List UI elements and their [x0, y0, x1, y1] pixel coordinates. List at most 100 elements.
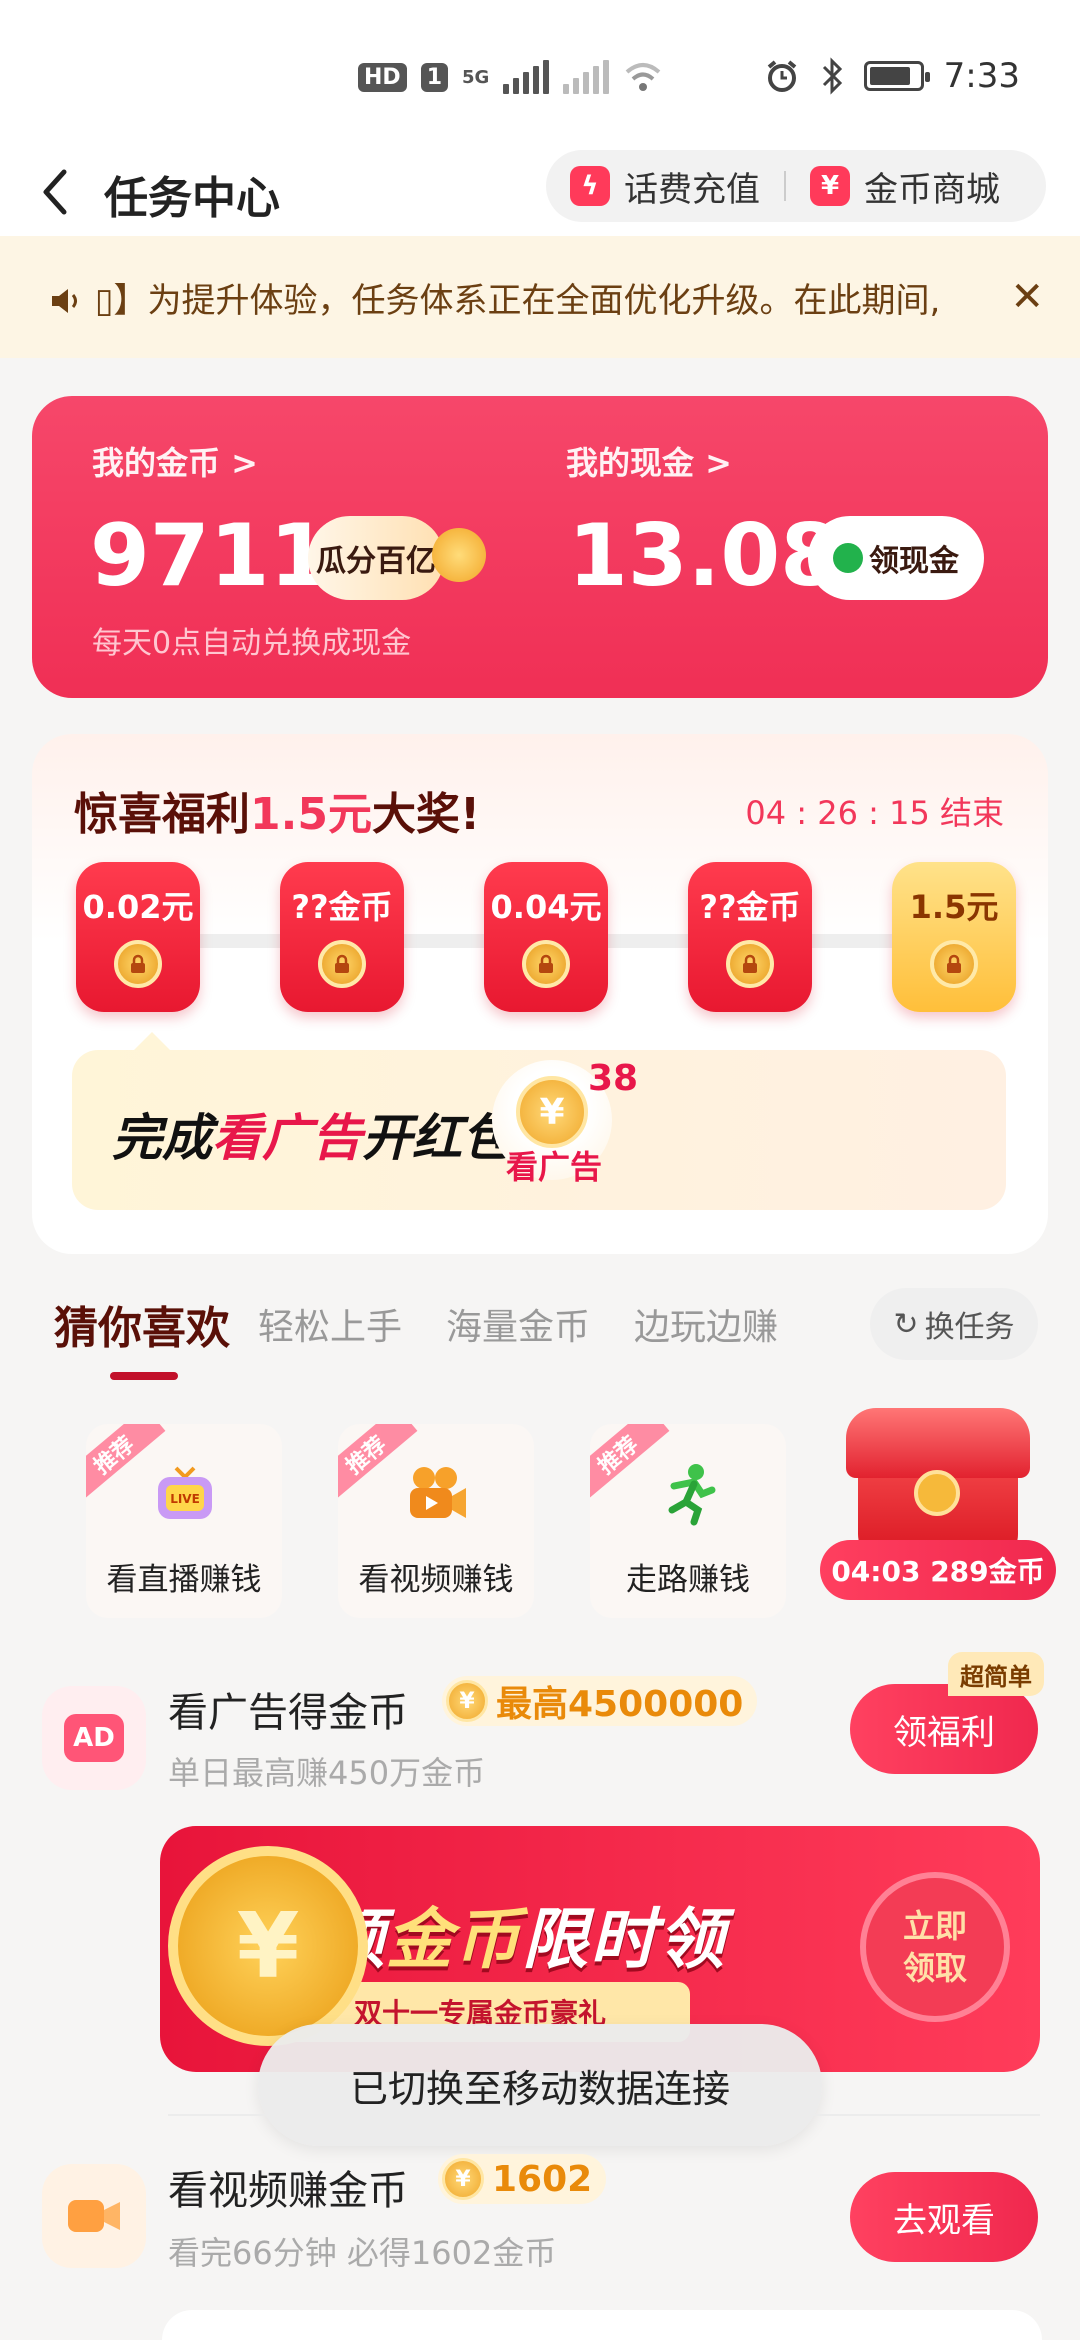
running-person-icon	[668, 1464, 716, 1526]
yen-ticket-icon: ¥	[810, 166, 850, 206]
claim-now-button[interactable]: 立即领取	[860, 1872, 1010, 2022]
swap-tasks-button[interactable]: ↻ 换任务	[870, 1288, 1038, 1360]
red-packet[interactable]: ??金币	[280, 862, 404, 1012]
tab-easy-start[interactable]: 轻松上手	[258, 1298, 402, 1350]
packet-value: 0.04元	[490, 888, 602, 926]
lock-icon	[522, 940, 570, 988]
claim-cash-label: 领现金	[869, 544, 959, 579]
coin-icon: ¥	[446, 1680, 488, 1722]
go-watch-button[interactable]: 去观看	[850, 2172, 1038, 2262]
video-icon	[68, 2200, 120, 2232]
network-toast: 已切换至移动数据连接	[258, 2024, 822, 2146]
coin-bag-icon	[432, 528, 486, 582]
banner-slogan: 完成看广告开红包	[112, 1098, 512, 1170]
notice-bracket: ▯】	[94, 280, 148, 321]
signal-icon	[503, 60, 550, 94]
task-title: 看视频赚金币	[168, 2168, 408, 2214]
packet-value: 0.02元	[82, 888, 194, 926]
recharge-label: 话费充值	[624, 169, 760, 210]
red-packet[interactable]: 0.04元	[484, 862, 608, 1012]
slogan-a: 完成	[112, 1109, 212, 1167]
tab-play-and-earn[interactable]: 边玩边赚	[634, 1298, 778, 1350]
split-billions-button[interactable]: 瓜分百亿	[308, 516, 444, 600]
watch-ad-label: 看广告	[506, 1148, 603, 1186]
clock: 7:33	[943, 56, 1020, 96]
next-card-edge	[162, 2310, 1042, 2340]
ad-count: 38	[588, 1058, 639, 1099]
watch-ad-banner[interactable]: 完成看广告开红包 ¥ 38 看广告	[72, 1050, 1006, 1210]
divider	[168, 2114, 1040, 2116]
chest-lid	[846, 1408, 1030, 1478]
svg-text:LIVE: LIVE	[170, 1492, 200, 1506]
notice-message: 为提升体验，任务体系正在全面优化升级。在此期间,	[147, 280, 941, 321]
big-yen-coin-icon: ¥	[168, 1846, 368, 2046]
split-billions-label: 瓜分百亿	[316, 544, 436, 579]
promo-title-c: 限时领	[522, 1901, 726, 1978]
notice-text: ▯】为提升体验，任务体系正在全面优化升级。在此期间,	[50, 273, 990, 322]
recharge-button[interactable]: ϟ 话费充值	[546, 162, 784, 211]
quick-task-label: 看视频赚钱	[358, 1562, 514, 1598]
battery-icon	[863, 61, 930, 91]
network-type: 5G	[462, 66, 490, 88]
watch-ad-coin-button[interactable]: ¥ 38 看广告	[492, 1058, 638, 1186]
my-cash-link[interactable]: 我的现金 >	[566, 438, 732, 484]
swap-tasks-label: 换任务	[924, 1310, 1015, 1345]
red-packet[interactable]: ??金币	[688, 862, 812, 1012]
alarm-icon	[767, 60, 796, 92]
active-tab-indicator	[110, 1372, 178, 1380]
surprise-title-b: 1.5元	[250, 789, 372, 840]
quick-task-video[interactable]: 推荐 看视频赚钱	[338, 1424, 534, 1618]
task-reward-value: 1602	[492, 2158, 593, 2200]
surprise-bonus-card: 惊喜福利1.5元大奖! 04 : 26 : 15 结束 0.02元 ??金币 0…	[32, 734, 1048, 1254]
chat-check-icon	[833, 543, 863, 573]
claim-cash-button[interactable]: 领现金	[808, 516, 984, 600]
close-icon[interactable]: ✕	[1010, 274, 1044, 320]
slogan-c: 开红包	[362, 1109, 512, 1167]
surprise-title-c: 大奖!	[371, 789, 481, 840]
coin-icon: ¥	[442, 2158, 484, 2200]
red-packet[interactable]: 0.02元	[76, 862, 200, 1012]
surprise-title: 惊喜福利1.5元大奖!	[74, 778, 480, 842]
task-title: 看广告得金币	[168, 1690, 408, 1736]
timed-chest[interactable]: 04:03 289金币	[820, 1408, 1056, 1614]
status-right: 7:33	[764, 56, 1020, 96]
back-arrow-icon[interactable]	[36, 162, 76, 222]
tab-massive-coins[interactable]: 海量金币	[446, 1298, 590, 1350]
signal-secondary-icon	[563, 60, 610, 94]
surprise-title-a: 惊喜福利	[74, 789, 250, 840]
packet-value: 1.5元	[909, 888, 999, 926]
my-coins-link[interactable]: 我的金币 >	[92, 438, 258, 484]
claim-welfare-button[interactable]: 领福利	[850, 1684, 1038, 1774]
lock-icon	[318, 940, 366, 988]
task-reward: ¥ 最高4500000	[442, 1676, 758, 1726]
coin-mall-label: 金币商城	[864, 169, 1000, 210]
quick-task-label: 看直播赚钱	[106, 1562, 262, 1598]
packet-value: ??金币	[291, 888, 393, 926]
header: 任务中心 ϟ 话费充值 ¥ 金币商城	[0, 150, 1080, 236]
quick-task-live[interactable]: 推荐 LIVE 看直播赚钱	[86, 1424, 282, 1618]
promo-title-b: 金币	[386, 1901, 522, 1978]
speaker-icon	[52, 288, 77, 313]
task-reward-value: 最高4500000	[496, 1684, 744, 1725]
lightning-icon: ϟ	[570, 166, 610, 206]
coin-mall-button[interactable]: ¥ 金币商城	[786, 162, 1024, 211]
chest-coin-icon	[914, 1470, 960, 1516]
lock-icon	[114, 940, 162, 988]
cash-value: 13.08	[568, 506, 841, 606]
tab-guess-you-like[interactable]: 猜你喜欢	[54, 1292, 230, 1356]
quick-task-label: 走路赚钱	[626, 1562, 750, 1598]
lock-icon	[930, 940, 978, 988]
ad-task-icon: AD	[42, 1686, 146, 1790]
slogan-b: 看广告	[212, 1109, 362, 1167]
notice-bar: ▯】为提升体验，任务体系正在全面优化升级。在此期间, ✕	[0, 236, 1080, 358]
gold-packet[interactable]: 1.5元	[892, 862, 1016, 1012]
refresh-icon: ↻	[893, 1306, 919, 1342]
quick-task-walk[interactable]: 推荐 走路赚钱	[590, 1424, 786, 1618]
task-tabs: 猜你喜欢 轻松上手 海量金币 边玩边赚 ↻ 换任务	[0, 1280, 1080, 1390]
claim-now-label: 立即领取	[902, 1907, 967, 1987]
banner-pointer	[134, 1032, 170, 1050]
super-easy-tag: 超简单	[948, 1652, 1044, 1696]
task-row-video: 看视频赚金币 ¥ 1602 看完66分钟 必得1602金币 去观看	[0, 2144, 1080, 2274]
auto-exchange-note: 每天0点自动兑换成现金	[92, 626, 412, 661]
task-reward: ¥ 1602	[438, 2154, 607, 2204]
